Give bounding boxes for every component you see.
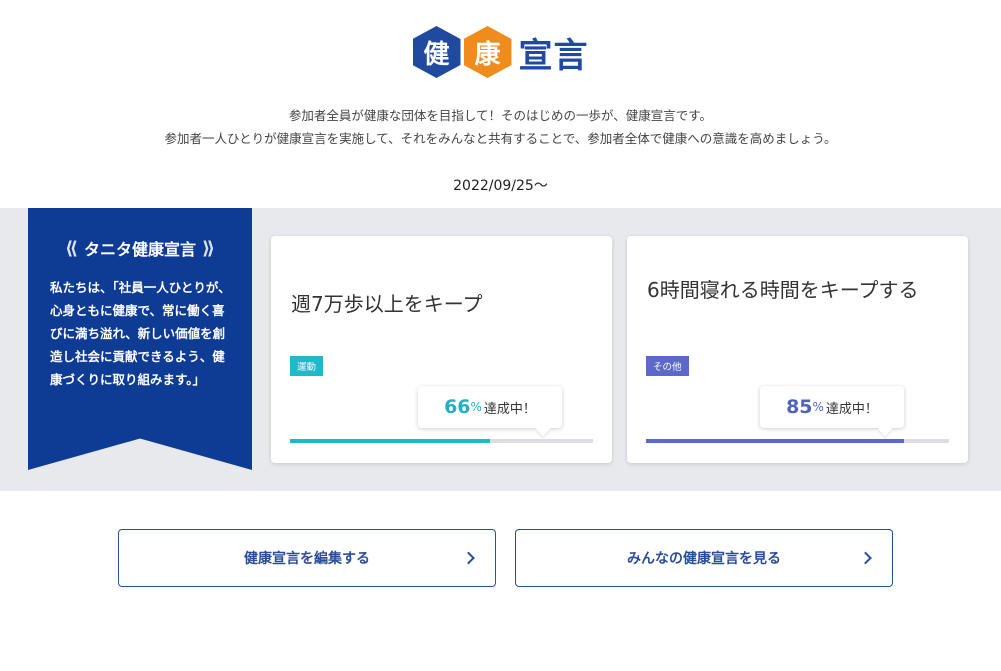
goal-text: 週7万歩以上をキープ bbox=[291, 292, 483, 316]
company-declaration-ribbon: ⟪ タニタ健康宣言 ⟫ 私たちは、「社員一人ひとりが、心身ともに健康で、常に働く… bbox=[28, 208, 252, 470]
intro-line-2: 参加者一人ひとりが健康宣言を実施して、それをみんなと共有することで、参加者全体で… bbox=[164, 131, 837, 146]
view-all-declarations-button[interactable]: みんなの健康宣言を見る bbox=[515, 529, 893, 587]
goal-text: 6時間寝れる時間をキープする bbox=[647, 278, 919, 302]
goal-card-sleep[interactable]: 6時間寝れる時間をキープする その他 85 % 達成中！ bbox=[627, 236, 968, 463]
percent-unit: % bbox=[812, 400, 824, 414]
view-all-declarations-label: みんなの健康宣言を見る bbox=[627, 551, 781, 567]
goal-category-tag: その他 bbox=[646, 356, 689, 376]
progress-bubble: 66 % 達成中！ bbox=[418, 386, 562, 428]
progress-fill bbox=[646, 439, 904, 443]
edit-declaration-button[interactable]: 健康宣言を編集する bbox=[118, 529, 496, 587]
progress-percent: 85 bbox=[786, 396, 813, 418]
health-declaration-logo: 健 康 宣言 bbox=[0, 26, 1001, 78]
ribbon-title-text: タニタ健康宣言 bbox=[83, 240, 196, 259]
logo-text: 宣言 bbox=[518, 35, 589, 76]
progress-bubble: 85 % 達成中！ bbox=[760, 386, 904, 428]
ribbon-body: 私たちは、「社員一人ひとりが、心身ともに健康で、常に働く喜びに満ち溢れ、新しい価… bbox=[50, 280, 231, 387]
laurel-left-icon: ⟪ bbox=[65, 237, 78, 259]
intro-line-1: 参加者全員が健康な団体を目指して！そのはじめの一歩が、健康宣言です。 bbox=[288, 108, 713, 123]
ribbon-title: ⟪ タニタ健康宣言 ⟫ bbox=[28, 236, 252, 260]
logo-hex-ken: 健 bbox=[412, 26, 461, 78]
progress-fill bbox=[290, 439, 490, 443]
intro-text: 参加者全員が健康な団体を目指して！そのはじめの一歩が、健康宣言です。 参加者一人… bbox=[0, 104, 1001, 150]
declaration-date: 2022/09/25〜 bbox=[453, 178, 548, 194]
chevron-right-icon bbox=[859, 551, 872, 565]
logo-hex-kou: 康 bbox=[463, 26, 512, 78]
progress-track bbox=[290, 439, 593, 443]
goal-card-steps[interactable]: 週7万歩以上をキープ 運動 66 % 達成中！ bbox=[271, 236, 612, 463]
chevron-right-icon bbox=[462, 551, 475, 565]
progress-status: 達成中！ bbox=[825, 401, 878, 417]
goal-category-tag: 運動 bbox=[290, 356, 324, 376]
edit-declaration-label: 健康宣言を編集する bbox=[244, 551, 370, 567]
progress-track bbox=[646, 439, 949, 443]
progress-status: 達成中！ bbox=[483, 401, 536, 417]
progress-percent: 66 bbox=[444, 396, 471, 418]
percent-unit: % bbox=[470, 400, 482, 414]
laurel-right-icon: ⟫ bbox=[202, 237, 215, 259]
